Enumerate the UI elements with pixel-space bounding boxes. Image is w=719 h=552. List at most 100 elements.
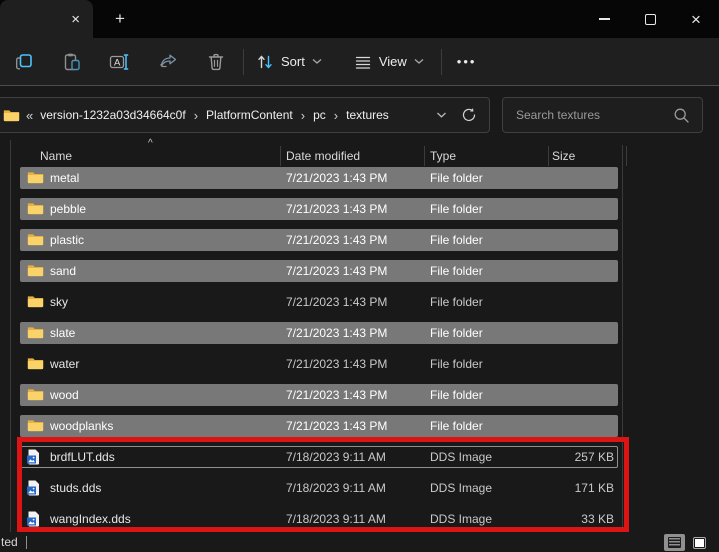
file-name: water <box>50 357 80 371</box>
table-row[interactable]: wood 7/21/2023 1:43 PM File folder <box>20 384 618 406</box>
breadcrumb-overflow-icon[interactable]: « <box>26 108 33 123</box>
refresh-icon[interactable] <box>461 107 477 123</box>
file-date: 7/18/2023 9:11 AM <box>286 450 386 464</box>
column-divider[interactable] <box>626 146 627 166</box>
column-divider[interactable] <box>548 146 549 166</box>
file-date: 7/21/2023 1:43 PM <box>286 388 388 402</box>
address-dropdown-chevron-icon[interactable] <box>436 111 447 119</box>
column-header-name[interactable]: Name <box>40 145 72 167</box>
file-size: 171 KB <box>574 481 614 495</box>
column-header-date-modified[interactable]: Date modified <box>286 145 360 167</box>
file-date: 7/21/2023 1:43 PM <box>286 202 388 216</box>
folder-icon <box>27 263 44 279</box>
column-header-size[interactable]: Size <box>552 145 575 167</box>
search-input[interactable] <box>503 108 673 122</box>
delete-icon <box>206 52 226 72</box>
copy-button[interactable] <box>4 45 44 79</box>
rename-button[interactable]: A <box>100 45 140 79</box>
more-options-button[interactable]: ••• <box>445 45 489 79</box>
table-row[interactable]: plastic 7/21/2023 1:43 PM File folder <box>20 229 618 251</box>
file-type: File folder <box>430 171 483 185</box>
file-type: DDS Image <box>430 450 493 464</box>
folder-icon <box>27 325 44 341</box>
window-controls: × <box>581 0 719 38</box>
explorer-tab[interactable]: × <box>0 0 93 38</box>
breadcrumb-segment[interactable]: version-1232a03d34664c0f <box>35 105 190 125</box>
table-row[interactable]: pebble 7/21/2023 1:43 PM File folder <box>20 198 618 220</box>
table-row[interactable]: wangIndex.dds 7/18/2023 9:11 AM DDS Imag… <box>20 508 618 530</box>
folder-icon <box>27 294 44 310</box>
file-name: sky <box>50 295 68 309</box>
table-row[interactable]: woodplanks 7/21/2023 1:43 PM File folder <box>20 415 618 437</box>
table-row[interactable]: metal 7/21/2023 1:43 PM File folder <box>20 167 618 189</box>
pane-divider <box>622 145 623 531</box>
breadcrumb-segment[interactable]: pc <box>308 105 331 125</box>
status-bar: ted <box>0 533 719 552</box>
file-size: 257 KB <box>574 450 614 464</box>
column-divider[interactable] <box>424 146 425 166</box>
paste-icon <box>62 52 82 72</box>
file-name: wangIndex.dds <box>50 512 131 526</box>
file-date: 7/21/2023 1:43 PM <box>286 295 388 309</box>
view-icon <box>354 53 372 71</box>
column-header-type[interactable]: Type <box>430 145 456 167</box>
rename-icon: A <box>109 52 131 72</box>
table-row[interactable]: water 7/21/2023 1:43 PM File folder <box>20 353 618 375</box>
sort-ascending-icon[interactable]: ^ <box>148 138 153 149</box>
file-name: sand <box>50 264 77 278</box>
title-bar: × + × <box>0 0 719 38</box>
minimize-button[interactable] <box>581 0 627 38</box>
tab-close-icon[interactable]: × <box>64 9 87 30</box>
details-view-button[interactable] <box>664 534 685 551</box>
breadcrumb-separator-icon[interactable]: › <box>331 108 341 123</box>
file-type: File folder <box>430 388 483 402</box>
maximize-button[interactable] <box>627 0 673 38</box>
view-button[interactable]: View <box>345 45 433 79</box>
dds-image-file-icon <box>27 511 44 527</box>
file-date: 7/21/2023 1:43 PM <box>286 357 388 371</box>
chevron-down-icon <box>312 58 322 65</box>
minimize-icon <box>598 18 610 20</box>
command-toolbar: A Sort View ••• <box>0 38 719 86</box>
file-size: 33 KB <box>581 512 614 526</box>
table-row[interactable]: brdfLUT.dds 7/18/2023 9:11 AM DDS Image … <box>20 446 618 468</box>
details-view-icon <box>668 537 681 548</box>
delete-button[interactable] <box>196 45 236 79</box>
toolbar-separator <box>440 48 442 75</box>
file-date: 7/21/2023 1:43 PM <box>286 171 388 185</box>
breadcrumb-separator-icon[interactable]: › <box>298 108 308 123</box>
file-type: File folder <box>430 357 483 371</box>
close-icon: × <box>691 9 701 29</box>
breadcrumb-segment[interactable]: textures <box>341 105 394 125</box>
file-type: File folder <box>430 264 483 278</box>
share-button[interactable] <box>148 45 188 79</box>
address-bar[interactable]: « version-1232a03d34664c0f › PlatformCon… <box>0 97 490 133</box>
new-tab-button[interactable]: + <box>108 9 132 31</box>
table-row[interactable]: slate 7/21/2023 1:43 PM File folder <box>20 322 618 344</box>
file-list-area: ^ Name Date modified Type Size metal 7/2… <box>0 138 719 533</box>
breadcrumb-separator-icon[interactable]: › <box>191 108 201 123</box>
dds-image-file-icon <box>27 480 44 496</box>
folder-icon <box>27 387 44 403</box>
thumbnails-view-button[interactable] <box>689 534 710 551</box>
close-button[interactable]: × <box>673 0 719 38</box>
paste-button[interactable] <box>52 45 92 79</box>
column-divider[interactable] <box>280 146 281 166</box>
folder-icon <box>27 232 44 248</box>
copy-icon <box>14 52 34 72</box>
maximize-icon <box>644 13 656 25</box>
svg-text:A: A <box>114 57 121 68</box>
table-row[interactable]: sand 7/21/2023 1:43 PM File folder <box>20 260 618 282</box>
file-type: File folder <box>430 295 483 309</box>
file-name: plastic <box>50 233 85 247</box>
table-row[interactable]: studs.dds 7/18/2023 9:11 AM DDS Image 17… <box>20 477 618 499</box>
sort-button[interactable]: Sort <box>247 45 331 79</box>
breadcrumb-segment[interactable]: PlatformContent <box>201 105 298 125</box>
table-row[interactable]: sky 7/21/2023 1:43 PM File folder <box>20 291 618 313</box>
share-icon <box>158 52 178 72</box>
folder-icon <box>27 201 44 217</box>
status-separator <box>26 536 27 549</box>
search-icon[interactable] <box>673 107 690 124</box>
folder-icon <box>27 418 44 434</box>
file-type: DDS Image <box>430 512 493 526</box>
